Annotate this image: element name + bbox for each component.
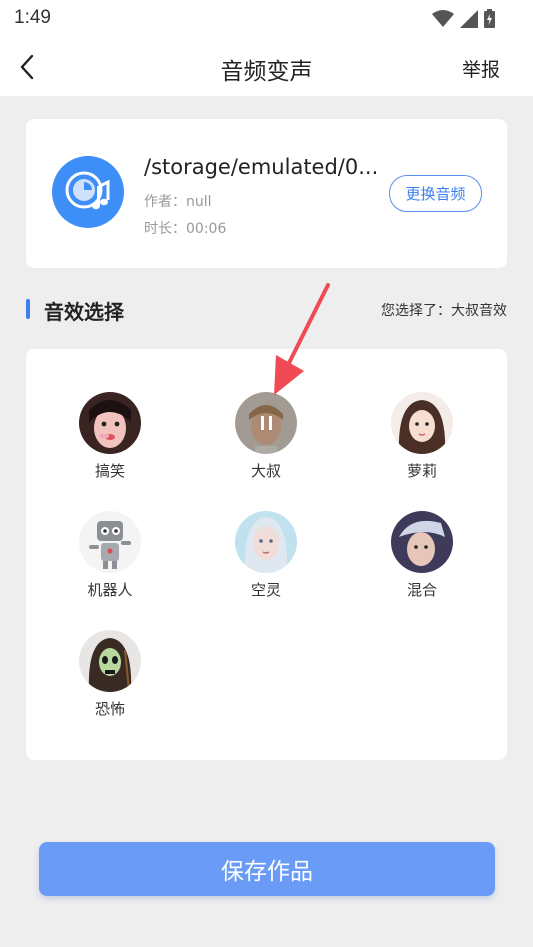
wifi-icon [432,10,454,27]
audio-file-icon [52,156,124,228]
pause-overlay[interactable] [235,392,297,454]
audio-path: /storage/emulated/0... [144,155,379,179]
uncle-avatar-icon [235,392,297,454]
report-button[interactable]: 举报 [462,55,500,82]
audio-card: /storage/emulated/0... 作者：null 时长：00:06 … [26,119,507,268]
robot-avatar-icon [79,511,141,573]
audio-duration: 时长：00:06 [144,221,227,237]
selected-effect-text: 您选择了：大叔音效 [381,303,507,319]
ethereal-avatar-icon [235,511,297,573]
section-accent-bar [26,299,30,319]
effect-label: 恐怖 [94,700,125,718]
status-bar: 1:49 [0,0,533,38]
effect-item-uncle[interactable]: 大叔 [216,392,316,481]
audio-author: 作者：null [144,194,212,210]
effect-item-loli[interactable]: 萝莉 [372,392,472,481]
music-disc-icon [65,171,110,210]
bottom-strip [0,940,533,947]
horror-avatar-icon [79,630,141,692]
page-title: 音频变声 [220,59,313,85]
nav-bar: 音频变声 举报 [0,38,533,96]
effect-item-mixed[interactable]: 混合 [372,511,472,600]
change-audio-button[interactable]: 更换音频 [389,175,482,212]
funny-avatar-icon [79,392,141,454]
effect-item-ethereal[interactable]: 空灵 [216,511,316,600]
effect-label: 搞笑 [94,462,125,480]
effect-item-funny[interactable]: 搞笑 [60,392,160,481]
effect-item-horror[interactable]: 恐怖 [60,630,160,719]
effect-label: 大叔 [250,462,281,480]
effect-label: 混合 [406,581,437,599]
effect-label: 萝莉 [406,462,437,480]
section-title: 音效选择 [44,300,124,324]
status-time: 1:49 [14,7,51,28]
save-button[interactable]: 保存作品 [39,842,495,896]
effect-item-robot[interactable]: 机器人 [60,511,160,600]
pause-icon [260,416,272,430]
status-icons [432,9,495,28]
effects-card: 搞笑 大叔 萝莉 机器人 空灵 混合 恐怖 [26,349,507,760]
signal-icon [460,10,478,28]
battery-icon [484,9,495,28]
effect-label: 机器人 [87,581,133,599]
effect-label: 空灵 [250,581,281,599]
mixed-avatar-icon [391,511,453,573]
loli-avatar-icon [391,392,453,454]
